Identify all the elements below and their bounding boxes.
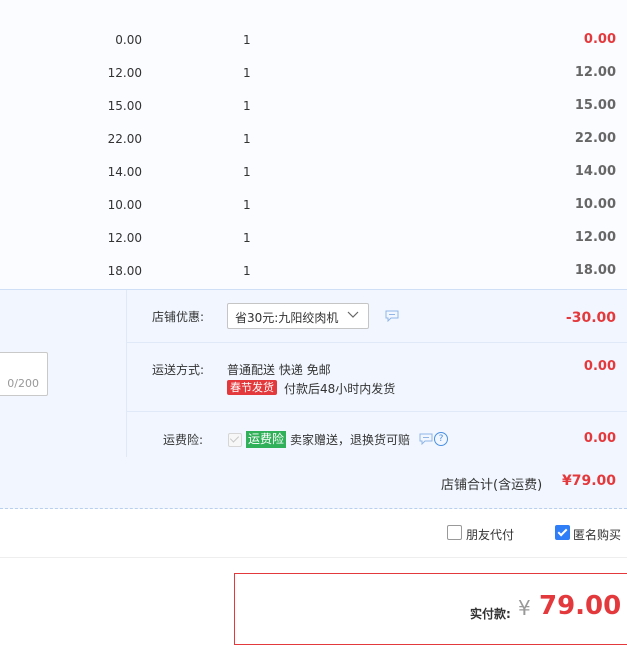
table-row: 0.00 1 0.00	[0, 24, 627, 57]
friend-pay-checkbox[interactable]	[447, 525, 462, 540]
table-row: 14.00 1 14.00	[0, 156, 627, 189]
item-subtotal: 22.00	[574, 131, 616, 146]
shipping-note: 付款后48小时内发货	[284, 382, 396, 396]
table-row: 22.00 1 22.00	[0, 123, 627, 156]
item-quantity: 1	[243, 66, 251, 80]
table-row: 12.00 1 12.00	[0, 57, 627, 90]
item-price: 10.00	[107, 198, 142, 212]
item-price: 12.00	[107, 231, 142, 245]
message-char-count: 0/200	[7, 377, 39, 390]
item-price: 18.00	[107, 264, 142, 278]
item-subtotal: 18.00	[574, 263, 616, 278]
item-subtotal: 15.00	[574, 98, 616, 113]
divider	[126, 290, 127, 458]
store-coupon-select[interactable]: 省30元:九阳绞肉机	[227, 303, 369, 329]
item-quantity: 1	[243, 198, 251, 212]
table-row: 15.00 1 15.00	[0, 90, 627, 123]
insurance-cost: 0.00	[583, 431, 616, 446]
order-items: 0.00 1 0.00 12.00 1 12.00 15.00 1 15.00 …	[0, 0, 627, 289]
insurance-text: 卖家赠送，退换货可赔	[290, 433, 411, 447]
payment-options: 朋友代付 匿名购买	[0, 509, 627, 558]
insurance-tag: 运费险	[246, 431, 287, 448]
item-quantity: 1	[243, 231, 251, 245]
item-price: 0.00	[115, 33, 142, 47]
item-price: 14.00	[107, 165, 142, 179]
payment-amount: 79.00	[539, 591, 622, 621]
shipping-method: 普通配送 快递 免邮	[227, 363, 331, 377]
item-price: 12.00	[107, 66, 142, 80]
table-row: 18.00 1 18.00	[0, 255, 627, 288]
payment-summary: 实付款: ¥ 79.00	[234, 573, 627, 645]
payment-label: 实付款:	[470, 607, 511, 621]
divider	[127, 342, 627, 343]
anonymous-purchase-label[interactable]: 匿名购买	[573, 526, 621, 543]
store-total-amount: ¥79.00	[561, 473, 616, 489]
message-icon[interactable]	[419, 433, 433, 445]
divider	[127, 411, 627, 412]
shipping-cost: 0.00	[583, 359, 616, 374]
table-row: 12.00 1 12.00	[0, 222, 627, 255]
insurance-checkbox[interactable]	[228, 433, 242, 447]
item-quantity: 1	[243, 33, 251, 47]
message-icon[interactable]	[385, 310, 399, 322]
help-icon[interactable]: ?	[434, 432, 448, 446]
item-subtotal: 0.00	[583, 32, 616, 47]
insurance-label: 运费险:	[163, 433, 204, 447]
table-row: 10.00 1 10.00	[0, 189, 627, 222]
friend-pay-label[interactable]: 朋友代付	[466, 526, 514, 543]
item-price: 22.00	[107, 132, 142, 146]
coupon-selected-value: 省30元:九阳绞肉机	[235, 311, 339, 325]
item-subtotal: 14.00	[574, 164, 616, 179]
shipping-label: 运送方式:	[152, 363, 205, 377]
item-quantity: 1	[243, 264, 251, 278]
item-subtotal: 10.00	[574, 197, 616, 212]
anonymous-purchase-checkbox[interactable]	[555, 525, 570, 540]
item-quantity: 1	[243, 165, 251, 179]
item-subtotal: 12.00	[574, 65, 616, 80]
item-price: 15.00	[107, 99, 142, 113]
item-subtotal: 12.00	[574, 230, 616, 245]
discount-amount: -30.00	[565, 310, 616, 326]
currency-symbol: ¥	[518, 596, 531, 620]
item-quantity: 1	[243, 132, 251, 146]
spring-festival-tag: 春节发货	[227, 380, 277, 395]
store-total-label: 店铺合计(含运费)	[441, 478, 543, 493]
store-total-bar: 店铺合计(含运费) ¥79.00	[0, 457, 627, 509]
discount-label: 店铺优惠:	[152, 310, 205, 324]
order-options-panel: 0/200 店铺优惠: 省30元:九阳绞肉机 -30.00 运送方式: 普通配送…	[0, 289, 627, 459]
item-quantity: 1	[243, 99, 251, 113]
buyer-message-input[interactable]: 0/200	[0, 352, 48, 396]
chevron-down-icon	[347, 311, 359, 318]
